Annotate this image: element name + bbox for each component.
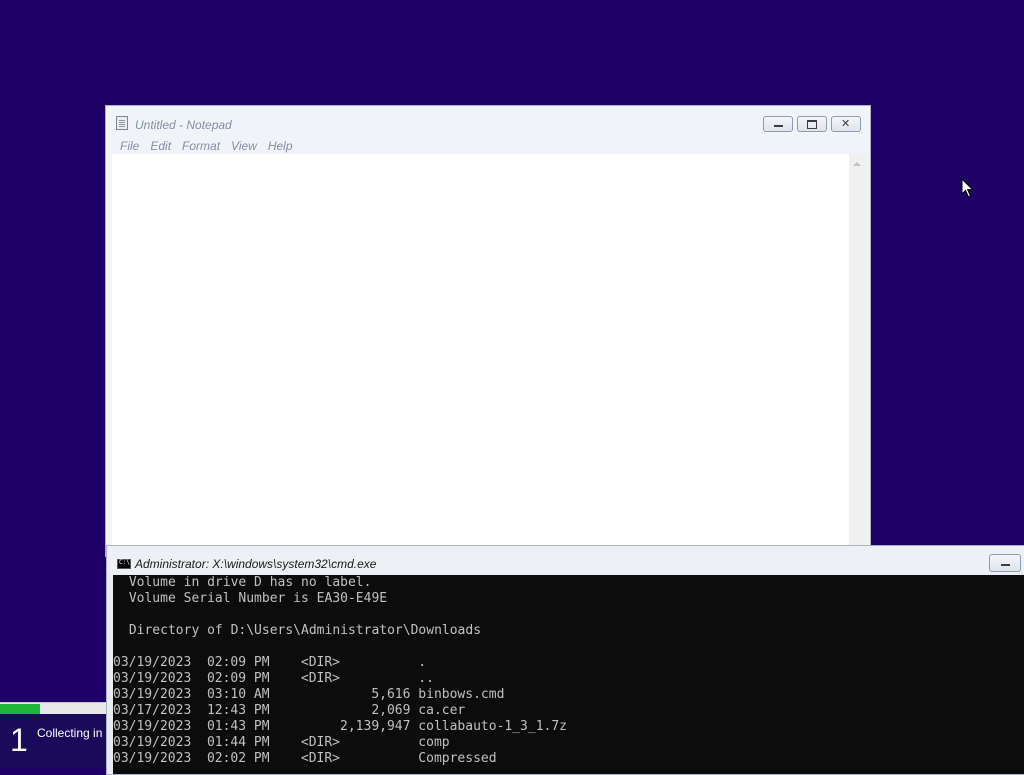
scroll-up-arrow-icon[interactable] [853, 162, 861, 166]
entry-size: 5,616 [371, 687, 411, 702]
console-header-line [113, 639, 1024, 655]
entry-name: ca.cer [418, 703, 466, 718]
maximize-button[interactable] [797, 116, 827, 132]
entry-name: .. [418, 671, 434, 686]
entry-date: 03/19/2023 [113, 671, 192, 686]
entry-time: 01:44 PM [206, 735, 270, 750]
setup-step-panel: 1 Collecting in [0, 714, 106, 768]
cmd-title: Administrator: X:\windows\system32\cmd.e… [135, 557, 377, 571]
notepad-titlebar[interactable]: Untitled - Notepad [106, 106, 870, 138]
entry-time: 12:43 PM [206, 703, 270, 718]
entry-time: 02:09 PM [206, 671, 270, 686]
entry-size: <DIR> [300, 751, 341, 766]
entry-name: binbows.cmd [418, 687, 505, 702]
minimize-button[interactable] [763, 116, 793, 132]
entry-date: 03/17/2023 [113, 703, 192, 718]
directory-entry-row: 03/17/2023 12:43 PM 2,069 ca.cer [113, 703, 1024, 719]
entry-size: <DIR> [300, 671, 341, 686]
entry-time: 02:02 PM [206, 751, 270, 766]
setup-progress-fill [0, 704, 40, 714]
notepad-vertical-scrollbar[interactable] [849, 154, 866, 564]
entry-name: collabauto-1_3_1.7z [418, 719, 568, 734]
cmd-titlebar[interactable]: Administrator: X:\windows\system32\cmd.e… [107, 546, 1024, 574]
entry-time: 01:43 PM [206, 719, 270, 734]
entry-date: 03/19/2023 [113, 735, 192, 750]
entry-size: 2,069 [371, 703, 411, 718]
directory-entry-row: 03/19/2023 02:02 PM <DIR> Compressed [113, 751, 1024, 767]
entry-size: <DIR> [300, 735, 341, 750]
entry-size: <DIR> [300, 655, 341, 670]
cmd-minimize-button[interactable] [989, 554, 1021, 572]
notepad-text-area[interactable] [112, 154, 849, 564]
entry-name: . [418, 655, 427, 670]
console-header-line: Volume Serial Number is EA30-E49E [121, 591, 388, 606]
console-header-line: Directory of D:\Users\Administrator\Down… [121, 623, 482, 638]
directory-entry-row: 03/19/2023 02:09 PM <DIR> .. [113, 671, 1024, 687]
notepad-window[interactable]: Untitled - Notepad File Edit Format View… [105, 105, 871, 564]
entry-size: 2,139,947 [340, 719, 411, 734]
setup-step-number: 1 [10, 722, 28, 758]
console-header-line [113, 607, 1024, 623]
entry-time: 03:10 AM [206, 687, 270, 702]
close-button[interactable] [831, 116, 861, 132]
entry-name: Compressed [418, 751, 497, 766]
directory-entry-row: 03/19/2023 01:44 PM <DIR> comp [113, 735, 1024, 751]
notepad-title: Untitled - Notepad [135, 118, 232, 132]
notepad-icon [116, 116, 128, 130]
entry-date: 03/19/2023 [113, 751, 192, 766]
entry-time: 02:09 PM [206, 655, 270, 670]
directory-entry-row: 03/19/2023 01:43 PM 2,139,947 collabauto… [113, 719, 1024, 735]
cmd-window[interactable]: Administrator: X:\windows\system32\cmd.e… [106, 545, 1024, 775]
mouse-pointer-icon [961, 178, 974, 198]
directory-entry-row: 03/19/2023 03:10 AM 5,616 binbows.cmd [113, 687, 1024, 703]
entry-date: 03/19/2023 [113, 687, 192, 702]
console-header-line: Volume in drive D has no label. [121, 575, 372, 590]
entry-name: comp [418, 735, 450, 750]
cmd-console-output[interactable]: Volume in drive D has no label. Volume S… [113, 575, 1024, 774]
directory-entry-row: 03/19/2023 02:09 PM <DIR> . [113, 655, 1024, 671]
entry-date: 03/19/2023 [113, 655, 192, 670]
cmd-icon [117, 559, 131, 569]
setup-step-label: Collecting in [37, 726, 103, 740]
entry-date: 03/19/2023 [113, 719, 192, 734]
